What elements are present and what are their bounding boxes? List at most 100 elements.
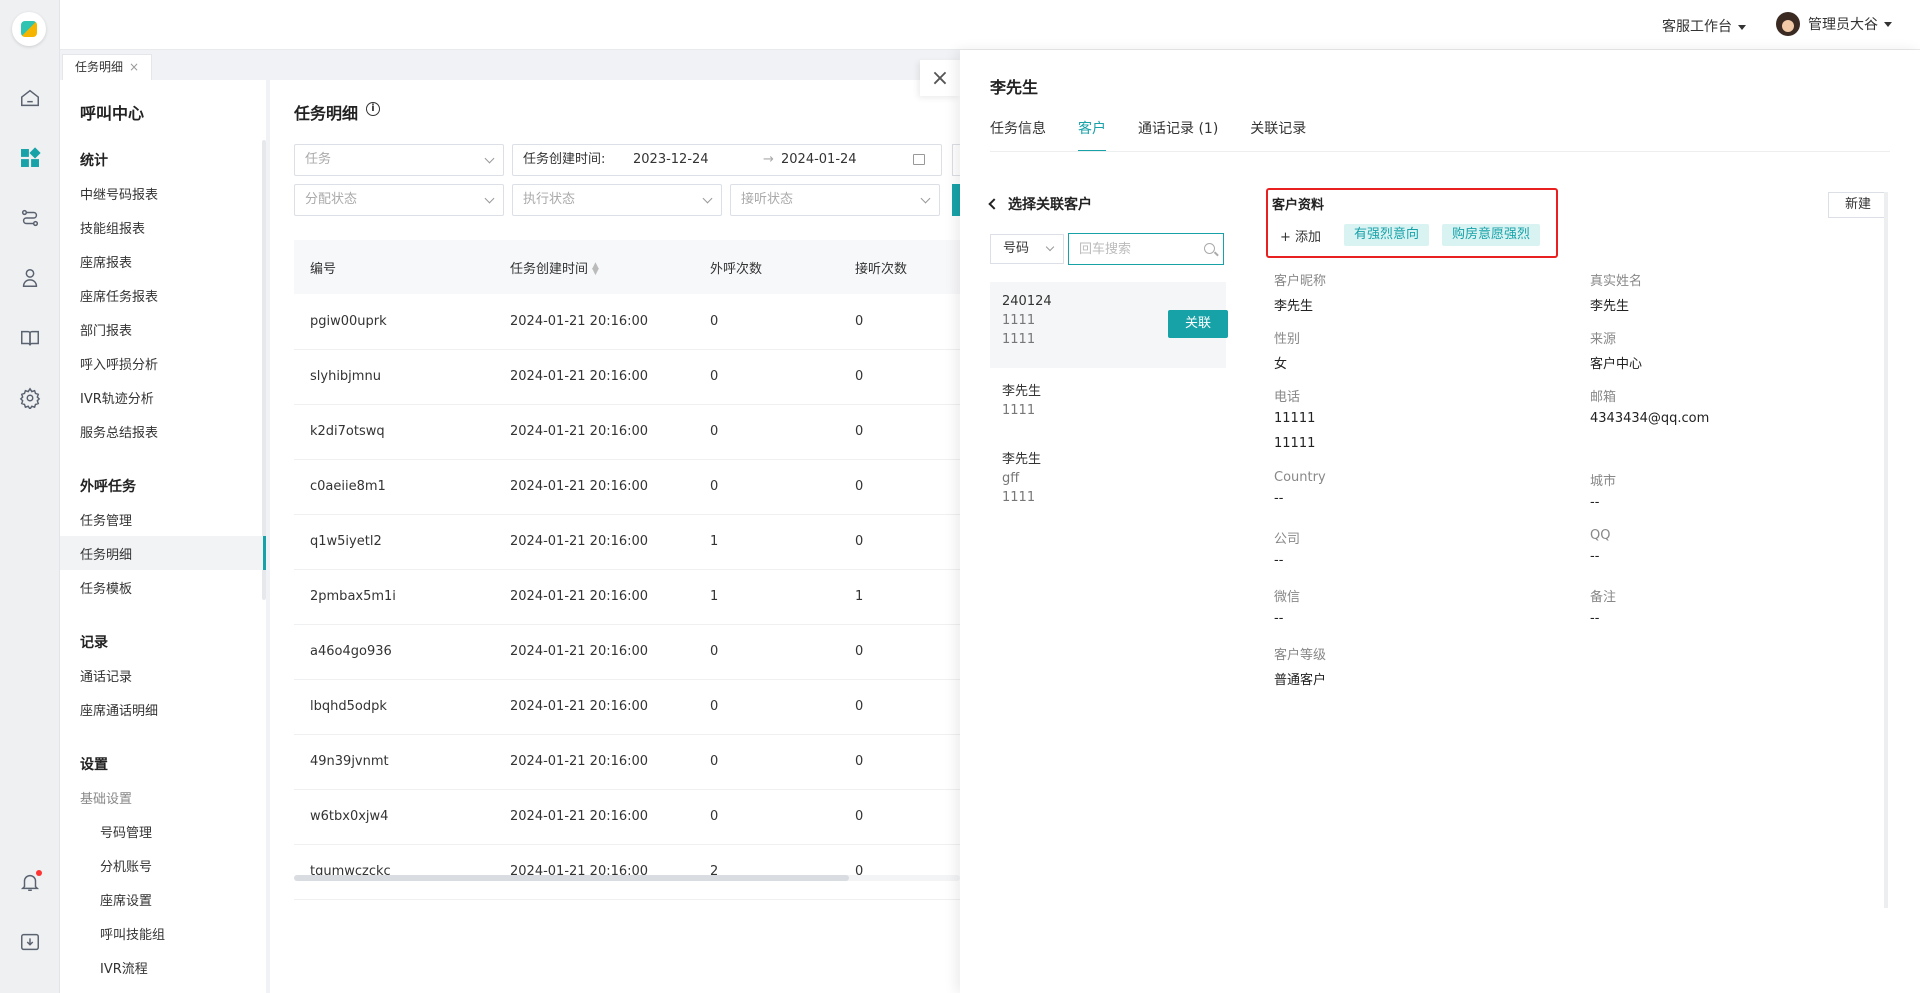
field-level: 客户等级 普通客户	[1274, 648, 1327, 688]
candidate-line: 1111	[1002, 490, 1036, 505]
search-type-select[interactable]: 号码	[990, 234, 1064, 264]
tag-strong-intent[interactable]: 有强烈意向	[1344, 224, 1430, 246]
task-select[interactable]: 任务	[294, 144, 504, 176]
download-icon[interactable]	[18, 930, 42, 954]
list-item[interactable]: 240124 1111 1111 关联	[990, 282, 1228, 368]
list-item[interactable]: 李先生 1111	[990, 380, 1226, 422]
date-to[interactable]: 2024-01-24	[781, 145, 857, 175]
workspace-switcher[interactable]: 客服工作台	[1662, 16, 1746, 36]
search-button[interactable]	[952, 184, 960, 216]
assign-status-select[interactable]: 分配状态	[294, 184, 504, 216]
sidebar-item-dept-report[interactable]: 部门报表	[80, 320, 132, 339]
home-icon[interactable]	[18, 86, 42, 110]
chevron-down-icon	[920, 193, 931, 204]
horizontal-scrollbar[interactable]	[294, 875, 960, 881]
profile-header: 客户资料	[1272, 198, 1325, 213]
bell-icon[interactable]	[18, 870, 42, 894]
search-input[interactable]	[1068, 233, 1224, 265]
date-range-picker[interactable]: 任务创建时间: 2023-12-24 → 2024-01-24	[512, 144, 942, 176]
tab-call-records[interactable]: 通话记录 (1)	[1138, 118, 1218, 152]
cell-id: k2di7otswq	[294, 404, 494, 460]
new-customer-button[interactable]: 新建	[1828, 192, 1888, 218]
sidebar-item-number-manage[interactable]: 号码管理	[100, 822, 152, 841]
table-row[interactable]: k2di7otswq 2024-01-21 20:16:00 0 0	[294, 404, 960, 460]
sort-icon[interactable]: ▲ ▼	[592, 262, 599, 277]
back-select-customer[interactable]: 选择关联客户	[988, 194, 1092, 214]
answer-status-placeholder: 接听状态	[741, 192, 794, 207]
agent-icon[interactable]	[18, 266, 42, 290]
col-created[interactable]: 任务创建时间 ▲ ▼	[494, 240, 694, 294]
table-row[interactable]: w6tbx0xjw4 2024-01-21 20:16:00 0 0	[294, 789, 960, 845]
cell-created: 2024-01-21 20:16:00	[494, 569, 694, 625]
cell-answer: 0	[839, 679, 960, 735]
sidebar-item-agent-report[interactable]: 座席报表	[80, 252, 132, 271]
sidebar-item-agent-call-detail[interactable]: 座席通话明细	[80, 700, 158, 719]
sidebar-item-skill-group[interactable]: 呼叫技能组	[100, 924, 165, 943]
sidebar-item-agent-settings[interactable]: 座席设置	[100, 890, 152, 909]
search-icon[interactable]	[1204, 243, 1215, 254]
add-tag-button[interactable]: + 添加	[1280, 226, 1321, 245]
table-row[interactable]: tqumwczckc 2024-01-21 20:16:00 2 0	[294, 844, 960, 900]
drawer-tabs: 任务信息 客户 通话记录 (1) 关联记录	[990, 118, 1338, 152]
back-label: 选择关联客户	[1008, 197, 1092, 213]
cell-id: tqumwczckc	[294, 844, 494, 900]
partial-select[interactable]	[952, 144, 960, 176]
close-icon[interactable]: ×	[129, 60, 139, 74]
cell-answer: 0	[839, 734, 960, 790]
exec-status-select[interactable]: 执行状态	[512, 184, 722, 216]
tab-task-info[interactable]: 任务信息	[990, 118, 1046, 152]
field-wechat: 微信 --	[1274, 590, 1301, 626]
routing-icon[interactable]	[18, 206, 42, 230]
table-row[interactable]: lbqhd5odpk 2024-01-21 20:16:00 0 0	[294, 679, 960, 735]
workspace-label: 客服工作台	[1662, 19, 1732, 35]
sidebar-scrollbar[interactable]	[262, 140, 266, 600]
sidebar-item-ivr-trace[interactable]: IVR轨迹分析	[80, 388, 154, 407]
sidebar-item-inbound-loss[interactable]: 呼入呼损分析	[80, 354, 158, 373]
tab-linked-records[interactable]: 关联记录	[1250, 118, 1306, 152]
table-row[interactable]: slyhibjmnu 2024-01-21 20:16:00 0 0	[294, 349, 960, 405]
exec-status-placeholder: 执行状态	[523, 192, 576, 207]
cell-id: 2pmbax5m1i	[294, 569, 494, 625]
chevron-down-icon	[702, 193, 713, 204]
sidebar-item-skill-report[interactable]: 技能组报表	[80, 218, 145, 237]
sidebar-item-agent-task-report[interactable]: 座席任务报表	[80, 286, 158, 305]
sidebar-item-ivr-flow[interactable]: IVR流程	[100, 958, 148, 977]
info-icon[interactable]: i	[366, 102, 380, 116]
group-records: 记录	[80, 635, 108, 651]
table-row[interactable]: 2pmbax5m1i 2024-01-21 20:16:00 1 1	[294, 569, 960, 625]
sidebar-item-trunk-report[interactable]: 中继号码报表	[80, 184, 158, 203]
app-logo[interactable]	[12, 12, 46, 46]
sidebar-subgroup-basic[interactable]: 基础设置	[80, 788, 132, 807]
user-menu[interactable]: 管理员大谷	[1776, 12, 1892, 36]
cell-outbound: 0	[694, 349, 839, 405]
table-row[interactable]: q1w5iyetl2 2024-01-21 20:16:00 1 0	[294, 514, 960, 570]
sidebar-item-call-records[interactable]: 通话记录	[80, 666, 132, 685]
table-row[interactable]: a46o4go936 2024-01-21 20:16:00 0 0	[294, 624, 960, 680]
book-icon[interactable]	[18, 326, 42, 350]
drawer-close-button[interactable]: ×	[920, 60, 960, 96]
scrollbar-thumb[interactable]	[294, 875, 849, 881]
field-country: Country --	[1274, 470, 1326, 506]
table-row[interactable]: 49n39jvnmt 2024-01-21 20:16:00 0 0	[294, 734, 960, 790]
settings-icon[interactable]	[18, 386, 42, 410]
vertical-scrollbar[interactable]	[1884, 192, 1888, 908]
sidebar-item-task-template[interactable]: 任务模板	[80, 578, 132, 597]
table-row[interactable]: c0aeiie8m1 2024-01-21 20:16:00 0 0	[294, 459, 960, 515]
associate-button[interactable]: 关联	[1168, 310, 1228, 338]
field-gender: 性别女	[1274, 332, 1301, 372]
sidebar-item-task-manage[interactable]: 任务管理	[80, 510, 132, 529]
list-item[interactable]: 李先生 gff 1111	[990, 448, 1226, 509]
date-from[interactable]: 2023-12-24	[633, 145, 709, 175]
dashboard-icon[interactable]	[18, 146, 42, 170]
table-row[interactable]: pgiw00uprk 2024-01-21 20:16:00 0 0	[294, 294, 960, 350]
sidebar-item-task-detail[interactable]: 任务明细	[80, 544, 132, 563]
cell-created: 2024-01-21 20:16:00	[494, 294, 694, 350]
tab-customer[interactable]: 客户	[1078, 118, 1106, 152]
sidebar-item-extension[interactable]: 分机账号	[100, 856, 152, 875]
answer-status-select[interactable]: 接听状态	[730, 184, 940, 216]
tag-purchase-intent[interactable]: 购房意愿强烈	[1442, 224, 1541, 246]
cell-answer: 0	[839, 404, 960, 460]
calendar-icon[interactable]	[913, 154, 925, 165]
tab-task-detail[interactable]: 任务明细 ×	[62, 54, 153, 80]
sidebar-item-service-summary[interactable]: 服务总结报表	[80, 422, 158, 441]
